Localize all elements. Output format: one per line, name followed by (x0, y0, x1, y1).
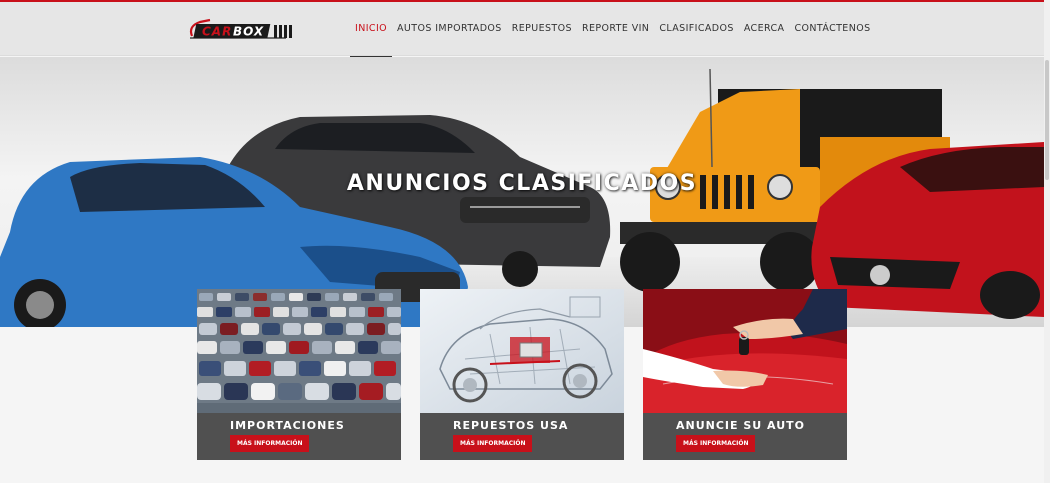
nav-item-contactenos[interactable]: CONTÁCTENOS (789, 2, 875, 56)
nav-item-acerca[interactable]: ACERCA (739, 2, 790, 56)
hero-banner: ANUNCIOS CLASIFICADOS (0, 57, 1044, 327)
page-scrollbar[interactable] (1044, 0, 1050, 483)
card-title: REPUESTOS USA (453, 419, 569, 432)
nav-item-repuestos[interactable]: REPUESTOS (507, 2, 577, 56)
scrollbar-thumb[interactable] (1045, 60, 1049, 180)
car-parts-xray-photo (420, 289, 624, 413)
nav-item-autos-importados[interactable]: AUTOS IMPORTADOS (392, 2, 507, 56)
mas-informacion-button[interactable]: MÁS INFORMACIÓN (676, 435, 756, 452)
svg-text:CAR: CAR (202, 25, 232, 39)
carbox-logo[interactable]: CAR BOX (186, 16, 294, 44)
card-anuncie-su-auto[interactable]: ANUNCIE SU AUTO MÁS INFORMACIÓN (643, 289, 847, 460)
car-lot-photo (197, 289, 401, 413)
svg-text:BOX: BOX (233, 25, 264, 39)
car-key-handover-photo (643, 289, 847, 413)
main-nav: INICIO AUTOS IMPORTADOS REPUESTOS REPORT… (350, 2, 876, 57)
mas-informacion-button[interactable]: MÁS INFORMACIÓN (230, 435, 310, 452)
card-title: ANUNCIE SU AUTO (676, 419, 806, 432)
card-importaciones[interactable]: IMPORTACIONES MÁS INFORMACIÓN (197, 289, 401, 460)
site-header: CAR BOX INICIO AUTOS IMPORTADOS REPUESTO… (0, 2, 1044, 57)
nav-item-reporte-vin[interactable]: REPORTE VIN (577, 2, 654, 56)
mas-informacion-button[interactable]: MÁS INFORMACIÓN (453, 435, 533, 452)
nav-item-clasificados[interactable]: CLASIFICADOS (654, 2, 739, 56)
nav-item-inicio[interactable]: INICIO (350, 2, 393, 57)
card-repuestos-usa[interactable]: REPUESTOS USA MÁS INFORMACIÓN (420, 289, 624, 460)
card-title: IMPORTACIONES (230, 419, 345, 432)
hero-title: ANUNCIOS CLASIFICADOS (346, 171, 698, 196)
